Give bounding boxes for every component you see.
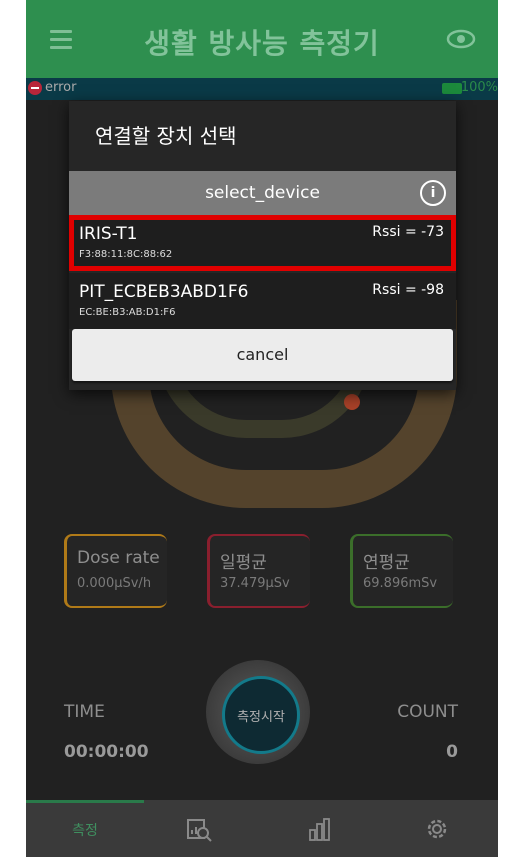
- device-item-iris-t1[interactable]: IRIS-T1 F3:88:11:8C:88:62 Rssi = -73: [69, 215, 456, 271]
- daily-average-card: 일평균 37.479μSv: [207, 534, 310, 608]
- card-title: 연평균: [363, 553, 410, 573]
- bar-chart-icon[interactable]: [307, 816, 333, 842]
- count-label: COUNT: [397, 702, 458, 722]
- app-title: 생활 방사능 측정기: [144, 27, 380, 60]
- nav-tab-measure[interactable]: 측정: [26, 820, 144, 840]
- device-mac: F3:88:11:8C:88:62: [79, 249, 173, 260]
- start-measure-label: 측정시작: [237, 710, 285, 725]
- info-icon[interactable]: i: [420, 180, 446, 206]
- connection-status-bar: error 100%: [26, 78, 498, 100]
- count-value: 0: [446, 742, 458, 762]
- dialog-title: 연결할 장치 선택: [95, 124, 237, 148]
- eye-icon[interactable]: [446, 28, 476, 50]
- battery-level: 100%: [460, 80, 498, 95]
- status-text: error: [45, 80, 77, 95]
- app-bar: 생활 방사능 측정기: [26, 0, 498, 82]
- device-item-pit[interactable]: PIT_ECBEB3ABD1F6 EC:BE:B3:AB:D1:F6 Rssi …: [69, 273, 456, 329]
- device-select-dialog: 연결할 장치 선택 select_device i IRIS-T1 F3:88:…: [69, 101, 456, 390]
- device-mac: EC:BE:B3:AB:D1:F6: [79, 307, 176, 318]
- yearly-average-card: 연평균 69.896mSv: [350, 534, 453, 608]
- device-name: IRIS-T1: [79, 224, 138, 244]
- card-value: 0.000μSv/h: [77, 576, 152, 591]
- time-label: TIME: [64, 702, 105, 722]
- card-value: 37.479μSv: [220, 576, 290, 591]
- battery-icon: [442, 83, 462, 94]
- error-icon: [28, 81, 42, 95]
- device-name: PIT_ECBEB3ABD1F6: [79, 282, 249, 302]
- device-rssi: Rssi = -73: [372, 224, 444, 240]
- dialog-subheader: select_device i: [69, 171, 456, 215]
- gauge-needle-marker: [344, 394, 360, 410]
- search-chart-icon[interactable]: [186, 816, 212, 842]
- nav-active-indicator: [26, 800, 144, 803]
- card-title: 일평균: [220, 553, 267, 573]
- phone-screen: 생활 방사능 측정기 error 100% Dose rate 0.000μSv…: [26, 0, 498, 857]
- card-title: Dose rate: [77, 548, 160, 568]
- time-value: 00:00:00: [64, 742, 149, 762]
- card-value: 69.896mSv: [363, 576, 438, 591]
- bottom-nav: 측정: [26, 800, 498, 857]
- device-rssi: Rssi = -98: [372, 282, 444, 298]
- gear-icon[interactable]: [424, 816, 450, 842]
- cancel-button[interactable]: cancel: [72, 329, 453, 381]
- dose-rate-card: Dose rate 0.000μSv/h: [64, 534, 167, 608]
- subheader-label: select_device: [205, 183, 320, 203]
